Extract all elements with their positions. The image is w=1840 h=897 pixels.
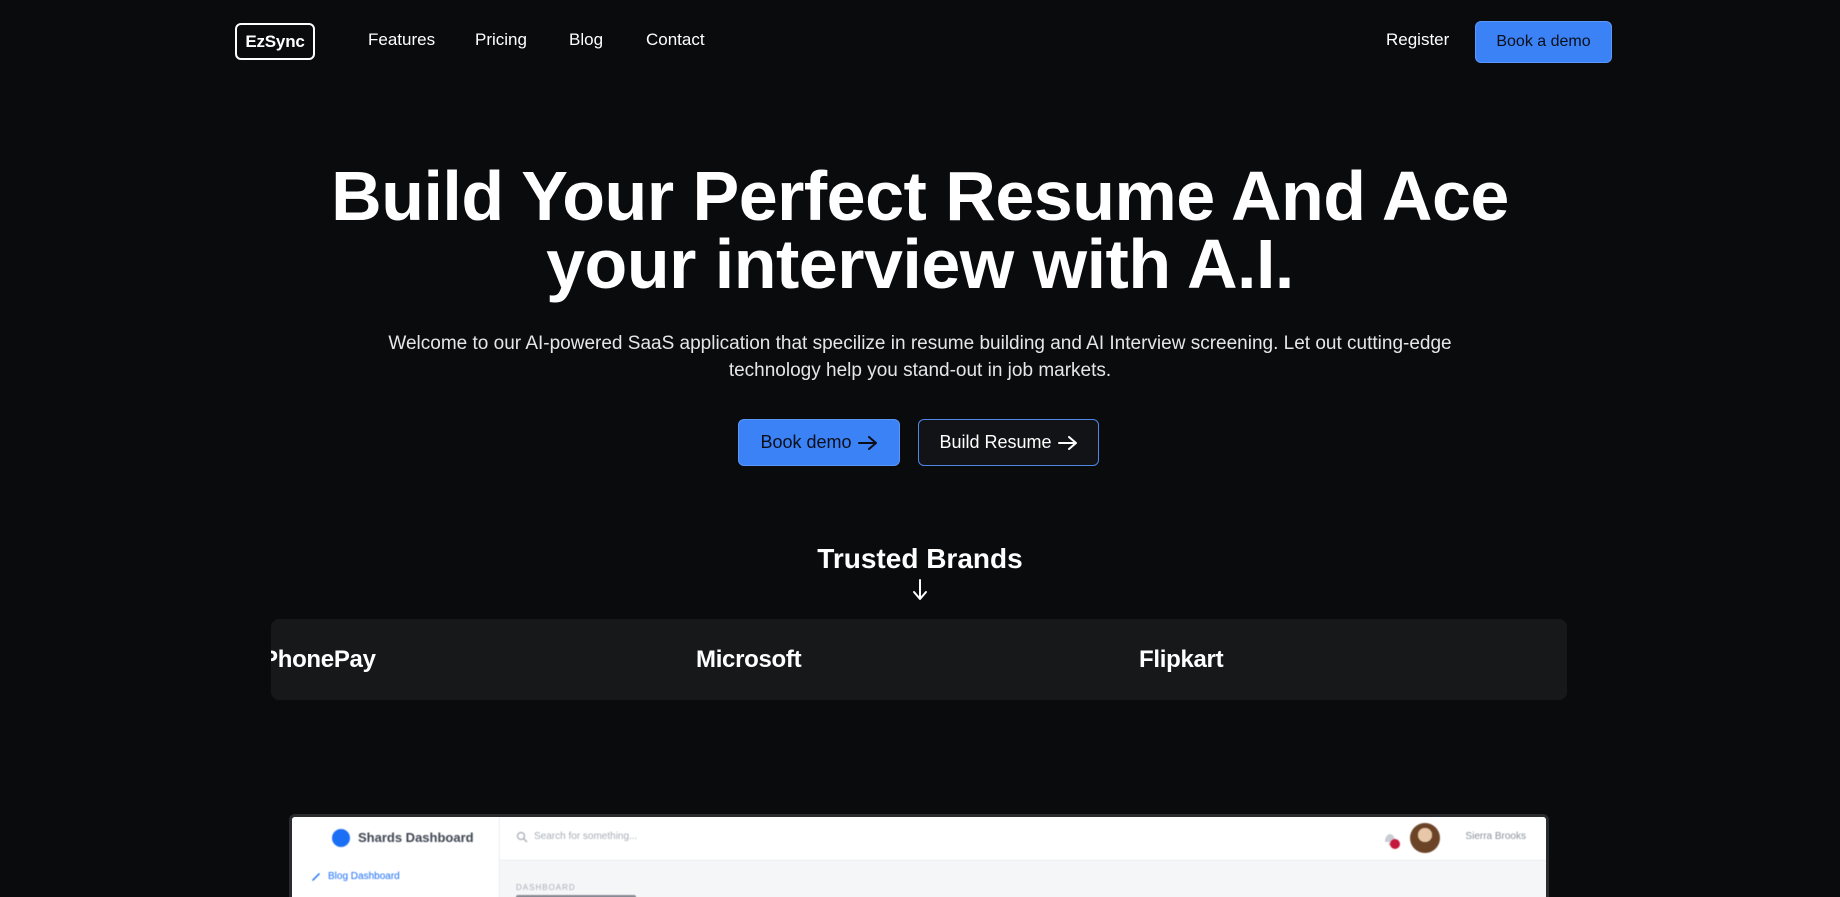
brand-logo-phonepay: PhonePay — [271, 646, 376, 673]
preview-section-label: DASHBOARD — [516, 883, 576, 892]
hero-subtitle: Welcome to our AI-powered SaaS applicati… — [370, 330, 1470, 384]
preview-brand: Shards Dashboard — [358, 830, 474, 845]
preview-sidebar: Shards Dashboard Blog Dashboard — [292, 817, 500, 897]
notification-badge — [1390, 839, 1400, 849]
shards-logo-icon — [332, 829, 350, 847]
search-icon — [516, 831, 528, 843]
nav-link-features[interactable]: Features — [368, 30, 435, 50]
nav-link-contact[interactable]: Contact — [646, 30, 705, 50]
arrow-right-icon — [857, 435, 877, 450]
preview-topbar: Search for something... Sierra Brooks — [500, 817, 1546, 861]
build-resume-label: Build Resume — [939, 432, 1052, 452]
build-resume-button[interactable]: Build Resume — [918, 419, 1099, 466]
preview-search-input: Search for something... — [534, 831, 638, 842]
preview-nav-item-blog-dashboard: Blog Dashboard — [328, 871, 400, 882]
book-a-demo-button[interactable]: Book a demo — [1475, 21, 1612, 63]
preview-user-name: Sierra Brooks — [1465, 831, 1526, 842]
nav-link-blog[interactable]: Blog — [569, 30, 603, 50]
brand-logo[interactable]: EzSync — [235, 23, 315, 60]
hero-subtitle-line-1: Welcome to our AI-powered SaaS applicati… — [388, 333, 1452, 354]
brand-logo-microsoft: Microsoft — [696, 646, 802, 673]
dashboard-preview: Shards Dashboard Blog Dashboard Search f… — [289, 814, 1549, 897]
register-link[interactable]: Register — [1386, 30, 1449, 50]
brands-marquee: PhonePay Microsoft Flipkart — [271, 619, 1567, 700]
nav-link-pricing[interactable]: Pricing — [475, 30, 527, 50]
hero-subtitle-line-2: technology help you stand-out in job mar… — [728, 360, 1112, 381]
trusted-brands-heading: Trusted Brands — [817, 543, 1023, 574]
hero-title-line-1: Build Your Perfect Resume And Ace — [331, 157, 1509, 235]
hero-title: Build Your Perfect Resume And Ace your i… — [0, 161, 1840, 299]
avatar — [1410, 823, 1440, 853]
brand-logo-flipkart: Flipkart — [1139, 646, 1224, 673]
hero-title-line-2: your interview with A.I. — [546, 225, 1294, 303]
book-demo-button[interactable]: Book demo — [738, 419, 900, 466]
preview-body: DASHBOARD — [500, 861, 1546, 897]
top-navbar: EzSync Features Pricing Blog Contact Reg… — [0, 0, 1840, 84]
arrow-down-icon — [913, 579, 927, 600]
pencil-icon — [312, 873, 320, 881]
book-demo-label: Book demo — [760, 432, 852, 452]
arrow-right-icon — [1057, 435, 1077, 450]
